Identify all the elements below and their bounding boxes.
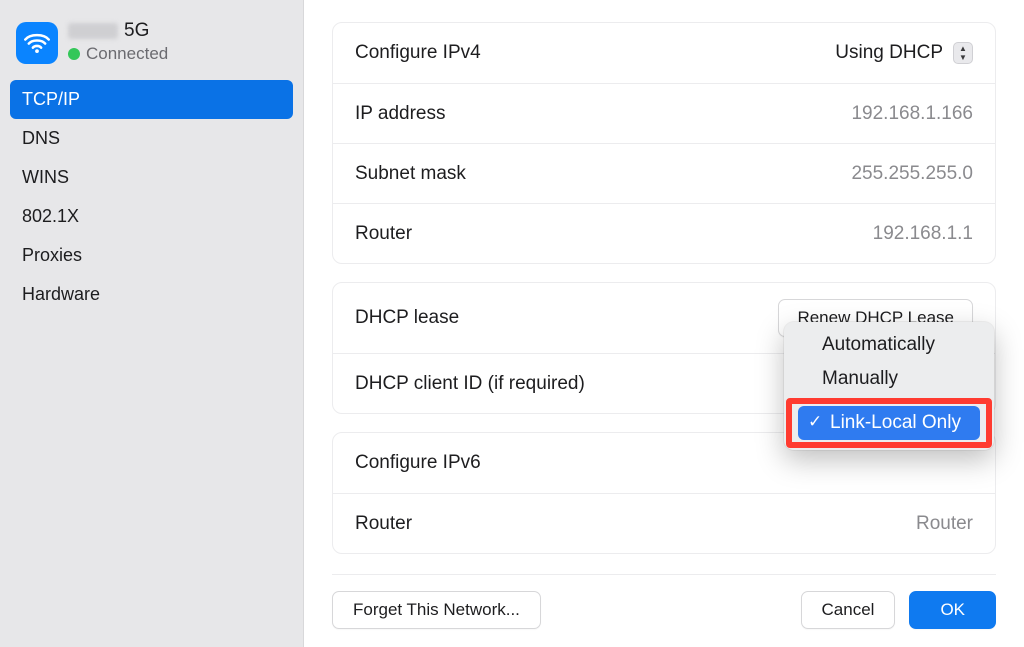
network-header: 5G Connected	[10, 18, 293, 74]
ipv6-option-automatically[interactable]: Automatically	[790, 328, 988, 362]
dhcp-lease-label: DHCP lease	[355, 307, 459, 329]
updown-icon: ▲▼	[953, 42, 973, 64]
sidebar: 5G Connected TCP/IP DNS WINS 802.1X Prox…	[0, 0, 304, 647]
dhcp-client-id-label: DHCP client ID (if required)	[355, 373, 585, 395]
footer: Forget This Network... Cancel OK	[332, 574, 996, 647]
connection-status: Connected	[86, 44, 168, 64]
main-panel: Configure IPv4 Using DHCP ▲▼ IP address …	[304, 0, 1024, 647]
configure-ipv4-select[interactable]: Using DHCP ▲▼	[835, 42, 973, 64]
subnet-mask-label: Subnet mask	[355, 163, 466, 185]
ipv4-section: Configure IPv4 Using DHCP ▲▼ IP address …	[332, 22, 996, 264]
annotation-highlight: Link-Local Only	[786, 398, 992, 448]
router-ipv6-value: Router	[916, 513, 973, 535]
cancel-button[interactable]: Cancel	[801, 591, 896, 629]
ok-button[interactable]: OK	[909, 591, 996, 629]
sidebar-item-dns[interactable]: DNS	[10, 119, 293, 158]
network-name: 5G	[68, 20, 168, 42]
ipv6-section: Configure IPv6 Router Router	[332, 432, 996, 554]
sidebar-item-tcpip[interactable]: TCP/IP	[10, 80, 293, 119]
status-dot-icon	[68, 48, 80, 60]
router-ipv6-label: Router	[355, 513, 412, 535]
ipv6-option-link-local-only[interactable]: Link-Local Only	[798, 406, 980, 440]
wifi-icon	[16, 22, 58, 64]
ipv6-option-manually[interactable]: Manually	[790, 362, 988, 396]
subnet-mask-value: 255.255.255.0	[851, 163, 973, 185]
sidebar-tabs: TCP/IP DNS WINS 802.1X Proxies Hardware	[10, 80, 293, 314]
router-ipv4-value: 192.168.1.1	[873, 223, 973, 245]
forget-network-button[interactable]: Forget This Network...	[332, 591, 541, 629]
configure-ipv6-dropdown[interactable]: Automatically Manually Link-Local Only	[784, 322, 994, 450]
sidebar-item-wins[interactable]: WINS	[10, 158, 293, 197]
sidebar-item-proxies[interactable]: Proxies	[10, 236, 293, 275]
configure-ipv6-label: Configure IPv6	[355, 452, 481, 474]
ip-address-label: IP address	[355, 103, 445, 125]
router-ipv4-label: Router	[355, 223, 412, 245]
ip-address-value: 192.168.1.166	[851, 103, 973, 125]
sidebar-item-8021x[interactable]: 802.1X	[10, 197, 293, 236]
network-name-redacted	[68, 23, 118, 39]
sidebar-item-hardware[interactable]: Hardware	[10, 275, 293, 314]
configure-ipv4-label: Configure IPv4	[355, 42, 481, 64]
